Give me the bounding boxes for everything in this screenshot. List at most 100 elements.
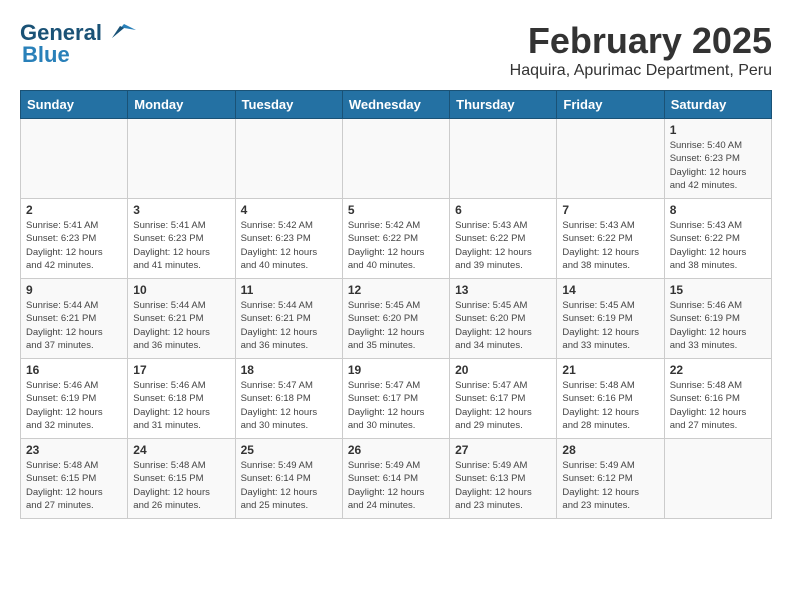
calendar-cell: 9 Sunrise: 5:44 AM Sunset: 6:21 PM Daylig… — [21, 279, 128, 359]
calendar-week-row: 1 Sunrise: 5:40 AM Sunset: 6:23 PM Daylig… — [21, 119, 772, 199]
calendar-cell: 11 Sunrise: 5:44 AM Sunset: 6:21 PM Dayli… — [235, 279, 342, 359]
day-info: Sunrise: 5:43 AM Sunset: 6:22 PM Dayligh… — [670, 219, 766, 272]
calendar-cell: 2Sunrise: 5:41 AM Sunset: 6:23 PM Daylig… — [21, 199, 128, 279]
calendar-cell: 22 Sunrise: 5:48 AM Sunset: 6:16 PM Dayli… — [664, 359, 771, 439]
calendar-cell: 3 Sunrise: 5:41 AM Sunset: 6:23 PM Daylig… — [128, 199, 235, 279]
day-info: Sunrise: 5:46 AM Sunset: 6:19 PM Dayligh… — [26, 379, 122, 432]
weekday-header-wednesday: Wednesday — [342, 91, 449, 119]
day-number: 17 — [133, 363, 229, 377]
logo-bird-icon — [104, 20, 136, 42]
day-number: 9 — [26, 283, 122, 297]
day-number: 14 — [562, 283, 658, 297]
calendar-cell — [235, 119, 342, 199]
weekday-header-friday: Friday — [557, 91, 664, 119]
day-info: Sunrise: 5:46 AM Sunset: 6:18 PM Dayligh… — [133, 379, 229, 432]
day-number: 26 — [348, 443, 444, 457]
day-number: 19 — [348, 363, 444, 377]
day-info: Sunrise: 5:47 AM Sunset: 6:17 PM Dayligh… — [455, 379, 551, 432]
logo-blue: Blue — [22, 42, 70, 68]
location-subtitle: Haquira, Apurimac Department, Peru — [510, 62, 772, 80]
calendar-week-row: 9 Sunrise: 5:44 AM Sunset: 6:21 PM Daylig… — [21, 279, 772, 359]
weekday-header-monday: Monday — [128, 91, 235, 119]
day-number: 3 — [133, 203, 229, 217]
calendar-cell: 27 Sunrise: 5:49 AM Sunset: 6:13 PM Dayli… — [450, 439, 557, 519]
day-info: Sunrise: 5:46 AM Sunset: 6:19 PM Dayligh… — [670, 299, 766, 352]
day-number: 22 — [670, 363, 766, 377]
day-number: 16 — [26, 363, 122, 377]
day-info: Sunrise: 5:48 AM Sunset: 6:16 PM Dayligh… — [562, 379, 658, 432]
day-number: 24 — [133, 443, 229, 457]
day-info: Sunrise: 5:44 AM Sunset: 6:21 PM Dayligh… — [26, 299, 122, 352]
day-info: Sunrise: 5:43 AM Sunset: 6:22 PM Dayligh… — [455, 219, 551, 272]
day-number: 11 — [241, 283, 337, 297]
day-number: 23 — [26, 443, 122, 457]
day-number: 8 — [670, 203, 766, 217]
day-number: 1 — [670, 123, 766, 137]
calendar-cell: 21 Sunrise: 5:48 AM Sunset: 6:16 PM Dayli… — [557, 359, 664, 439]
calendar-cell: 13Sunrise: 5:45 AM Sunset: 6:20 PM Dayli… — [450, 279, 557, 359]
day-info: Sunrise: 5:44 AM Sunset: 6:21 PM Dayligh… — [241, 299, 337, 352]
calendar-cell: 6Sunrise: 5:43 AM Sunset: 6:22 PM Daylig… — [450, 199, 557, 279]
calendar-cell: 4 Sunrise: 5:42 AM Sunset: 6:23 PM Daylig… — [235, 199, 342, 279]
day-number: 10 — [133, 283, 229, 297]
calendar-cell — [450, 119, 557, 199]
day-info: Sunrise: 5:45 AM Sunset: 6:20 PM Dayligh… — [455, 299, 551, 352]
calendar-cell: 25 Sunrise: 5:49 AM Sunset: 6:14 PM Dayli… — [235, 439, 342, 519]
day-info: Sunrise: 5:48 AM Sunset: 6:15 PM Dayligh… — [133, 459, 229, 512]
day-info: Sunrise: 5:41 AM Sunset: 6:23 PM Dayligh… — [133, 219, 229, 272]
calendar-cell: 17 Sunrise: 5:46 AM Sunset: 6:18 PM Dayli… — [128, 359, 235, 439]
title-area: February 2025 Haquira, Apurimac Departme… — [510, 20, 772, 80]
calendar-cell: 7 Sunrise: 5:43 AM Sunset: 6:22 PM Daylig… — [557, 199, 664, 279]
calendar-cell: 20Sunrise: 5:47 AM Sunset: 6:17 PM Dayli… — [450, 359, 557, 439]
calendar-cell: 15 Sunrise: 5:46 AM Sunset: 6:19 PM Dayli… — [664, 279, 771, 359]
calendar-cell: 19 Sunrise: 5:47 AM Sunset: 6:17 PM Dayli… — [342, 359, 449, 439]
page-header: General Blue February 2025 Haquira, Apur… — [20, 20, 772, 80]
day-number: 21 — [562, 363, 658, 377]
calendar-cell: 5 Sunrise: 5:42 AM Sunset: 6:22 PM Daylig… — [342, 199, 449, 279]
calendar-cell: 14Sunrise: 5:45 AM Sunset: 6:19 PM Dayli… — [557, 279, 664, 359]
calendar-cell: 26 Sunrise: 5:49 AM Sunset: 6:14 PM Dayli… — [342, 439, 449, 519]
weekday-header-sunday: Sunday — [21, 91, 128, 119]
day-number: 27 — [455, 443, 551, 457]
day-number: 4 — [241, 203, 337, 217]
calendar-cell: 12Sunrise: 5:45 AM Sunset: 6:20 PM Dayli… — [342, 279, 449, 359]
calendar-cell: 24 Sunrise: 5:48 AM Sunset: 6:15 PM Dayli… — [128, 439, 235, 519]
day-number: 12 — [348, 283, 444, 297]
weekday-header-saturday: Saturday — [664, 91, 771, 119]
calendar-cell: 10 Sunrise: 5:44 AM Sunset: 6:21 PM Dayli… — [128, 279, 235, 359]
day-number: 25 — [241, 443, 337, 457]
day-info: Sunrise: 5:44 AM Sunset: 6:21 PM Dayligh… — [133, 299, 229, 352]
day-info: Sunrise: 5:49 AM Sunset: 6:12 PM Dayligh… — [562, 459, 658, 512]
calendar-week-row: 23 Sunrise: 5:48 AM Sunset: 6:15 PM Dayli… — [21, 439, 772, 519]
calendar-cell — [342, 119, 449, 199]
calendar-cell: 18Sunrise: 5:47 AM Sunset: 6:18 PM Dayli… — [235, 359, 342, 439]
day-number: 2 — [26, 203, 122, 217]
day-number: 5 — [348, 203, 444, 217]
calendar-header-row: SundayMondayTuesdayWednesdayThursdayFrid… — [21, 91, 772, 119]
weekday-header-tuesday: Tuesday — [235, 91, 342, 119]
month-year-title: February 2025 — [510, 20, 772, 62]
calendar-cell: 8 Sunrise: 5:43 AM Sunset: 6:22 PM Daylig… — [664, 199, 771, 279]
day-info: Sunrise: 5:42 AM Sunset: 6:22 PM Dayligh… — [348, 219, 444, 272]
calendar-cell — [21, 119, 128, 199]
day-info: Sunrise: 5:47 AM Sunset: 6:17 PM Dayligh… — [348, 379, 444, 432]
calendar-week-row: 2 Sunrise: 5:41 AM Sunset: 6:23 PM Daylig… — [21, 199, 772, 279]
calendar-cell — [664, 439, 771, 519]
calendar-table: SundayMondayTuesdayWednesdayThursdayFrid… — [20, 90, 772, 519]
day-number: 18 — [241, 363, 337, 377]
calendar-cell — [557, 119, 664, 199]
day-info: Sunrise: 5:49 AM Sunset: 6:13 PM Dayligh… — [455, 459, 551, 512]
day-number: 7 — [562, 203, 658, 217]
day-info: Sunrise: 5:49 AM Sunset: 6:14 PM Dayligh… — [348, 459, 444, 512]
calendar-week-row: 16 Sunrise: 5:46 AM Sunset: 6:19 PM Dayli… — [21, 359, 772, 439]
day-info: Sunrise: 5:43 AM Sunset: 6:22 PM Dayligh… — [562, 219, 658, 272]
calendar-cell: 1 Sunrise: 5:40 AM Sunset: 6:23 PM Daylig… — [664, 119, 771, 199]
day-number: 15 — [670, 283, 766, 297]
day-info: Sunrise: 5:48 AM Sunset: 6:15 PM Dayligh… — [26, 459, 122, 512]
day-info: Sunrise: 5:48 AM Sunset: 6:16 PM Dayligh… — [670, 379, 766, 432]
calendar-cell: 23 Sunrise: 5:48 AM Sunset: 6:15 PM Dayli… — [21, 439, 128, 519]
calendar-cell: 28Sunrise: 5:49 AM Sunset: 6:12 PM Dayli… — [557, 439, 664, 519]
day-info: Sunrise: 5:40 AM Sunset: 6:23 PM Dayligh… — [670, 139, 766, 192]
day-info: Sunrise: 5:42 AM Sunset: 6:23 PM Dayligh… — [241, 219, 337, 272]
day-info: Sunrise: 5:49 AM Sunset: 6:14 PM Dayligh… — [241, 459, 337, 512]
